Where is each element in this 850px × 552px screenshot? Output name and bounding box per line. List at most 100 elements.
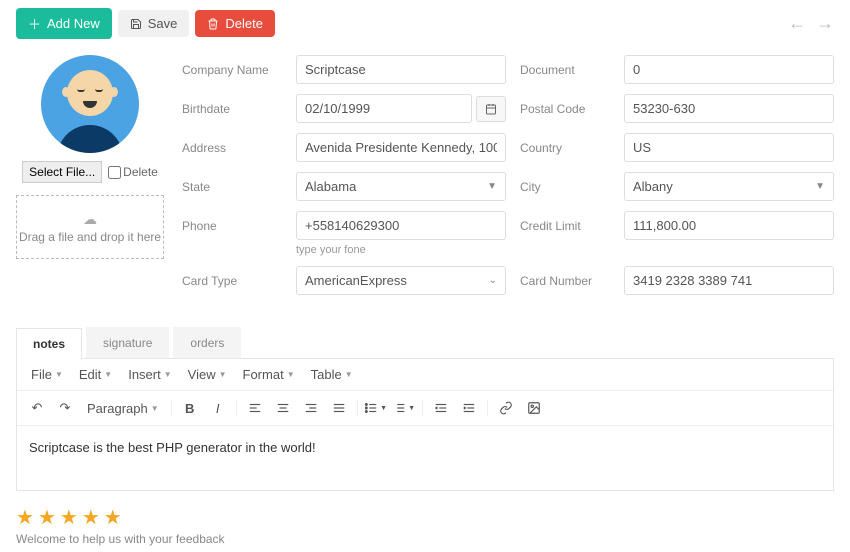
chevron-down-icon: ⌄ [489,275,497,286]
city-select[interactable]: Albany ▼ [624,172,834,201]
menu-table[interactable]: Table▼ [305,365,359,384]
document-label: Document [520,63,610,77]
tab-orders[interactable]: orders [173,327,241,358]
card-number-label: Card Number [520,274,610,288]
prev-button[interactable]: ← [788,13,806,34]
nav-arrows: ← → [788,13,834,34]
credit-limit-label: Credit Limit [520,219,610,233]
editor-menu-bar: File▼ Edit▼ Insert▼ View▼ Format▼ Table▼ [17,359,833,391]
address-label: Address [182,141,282,155]
country-input[interactable] [624,133,834,162]
birthdate-input[interactable] [296,94,472,123]
postal-code-label: Postal Code [520,102,610,116]
undo-icon[interactable]: ↶ [25,397,49,419]
save-icon [130,18,142,30]
link-icon[interactable] [494,397,518,419]
feedback-text: Welcome to help us with your feedback [16,532,834,546]
chevron-down-icon: ▼ [345,370,353,379]
align-right-icon[interactable] [299,397,323,419]
address-input[interactable] [296,133,506,162]
star-icon[interactable]: ★ [82,505,100,530]
document-input[interactable] [624,55,834,84]
phone-input[interactable] [296,211,506,240]
italic-icon[interactable]: I [206,397,230,419]
number-list-icon[interactable]: ▼ [392,397,416,419]
phone-label: Phone [182,219,282,233]
star-icon[interactable]: ★ [60,505,78,530]
menu-file[interactable]: File▼ [25,365,69,384]
chevron-down-icon: ▼ [55,370,63,379]
delete-label: Delete [225,16,263,31]
align-center-icon[interactable] [271,397,295,419]
rating-stars[interactable]: ★ ★ ★ ★ ★ [16,505,834,530]
form-grid: Company Name Document Birthdate Postal C… [182,55,834,295]
company-name-input[interactable] [296,55,506,84]
state-label: State [182,180,282,194]
avatar [41,55,139,153]
main-content: Select File... Delete ☁ Drag a file and … [0,47,850,311]
avatar-column: Select File... Delete ☁ Drag a file and … [16,55,164,295]
next-button[interactable]: → [816,13,834,34]
bullet-list-icon[interactable]: ▼ [364,397,388,419]
star-icon[interactable]: ★ [16,505,34,530]
chevron-down-icon: ▼ [104,370,112,379]
bold-icon[interactable]: B [178,397,202,419]
select-file-button[interactable]: Select File... [22,161,102,183]
chevron-down-icon: ▼ [151,404,159,413]
delete-file-option[interactable]: Delete [108,165,158,179]
add-new-button[interactable]: ＋ Add New [16,8,112,39]
delete-file-checkbox[interactable] [108,166,121,179]
plus-icon: ＋ [28,14,41,33]
chevron-down-icon: ▼ [164,370,172,379]
save-label: Save [148,16,178,31]
menu-view[interactable]: View▼ [182,365,233,384]
chevron-down-icon: ▼ [487,181,497,192]
calendar-icon [485,103,497,115]
tab-notes[interactable]: notes [16,328,82,359]
editor-toolbar: ↶ ↷ Paragraph▼ B I ▼ ▼ [17,391,833,426]
add-new-label: Add New [47,16,100,31]
align-justify-icon[interactable] [327,397,351,419]
menu-format[interactable]: Format▼ [237,365,301,384]
postal-code-input[interactable] [624,94,834,123]
paragraph-select[interactable]: Paragraph▼ [81,399,165,418]
credit-limit-input[interactable] [624,211,834,240]
editor-content[interactable]: Scriptcase is the best PHP generator in … [17,426,833,490]
tab-signature[interactable]: signature [86,327,169,358]
rich-text-editor: File▼ Edit▼ Insert▼ View▼ Format▼ Table▼… [16,359,834,491]
company-name-label: Company Name [182,63,282,77]
redo-icon[interactable]: ↷ [53,397,77,419]
delete-file-label: Delete [123,165,158,179]
chevron-down-icon: ▼ [408,405,415,412]
chevron-down-icon: ▼ [815,181,825,192]
calendar-button[interactable] [476,96,506,122]
star-icon[interactable]: ★ [104,505,122,530]
chevron-down-icon: ▼ [380,405,387,412]
outdent-icon[interactable] [429,397,453,419]
align-left-icon[interactable] [243,397,267,419]
toolbar: ＋ Add New Save Delete ← → [0,0,850,47]
star-icon[interactable]: ★ [38,505,56,530]
dropzone-text: Drag a file and drop it here [19,230,161,244]
birthdate-wrap [296,94,506,123]
card-type-value: AmericanExpress [305,273,407,288]
birthdate-label: Birthdate [182,102,282,116]
delete-button[interactable]: Delete [195,10,275,37]
image-icon[interactable] [522,397,546,419]
save-button[interactable]: Save [118,10,190,37]
file-row: Select File... Delete [22,161,158,183]
phone-helper: type your fone [296,244,506,256]
indent-icon[interactable] [457,397,481,419]
cloud-upload-icon: ☁ [83,211,97,228]
menu-insert[interactable]: Insert▼ [122,365,177,384]
state-select[interactable]: Alabama ▼ [296,172,506,201]
state-value: Alabama [305,179,356,194]
trash-icon [207,18,219,30]
card-number-input[interactable] [624,266,834,295]
tabs: notes signature orders [16,327,834,359]
file-dropzone[interactable]: ☁ Drag a file and drop it here [16,195,164,259]
chevron-down-icon: ▼ [219,370,227,379]
menu-edit[interactable]: Edit▼ [73,365,118,384]
card-type-label: Card Type [182,274,282,288]
card-type-select[interactable]: AmericanExpress ⌄ [296,266,506,295]
